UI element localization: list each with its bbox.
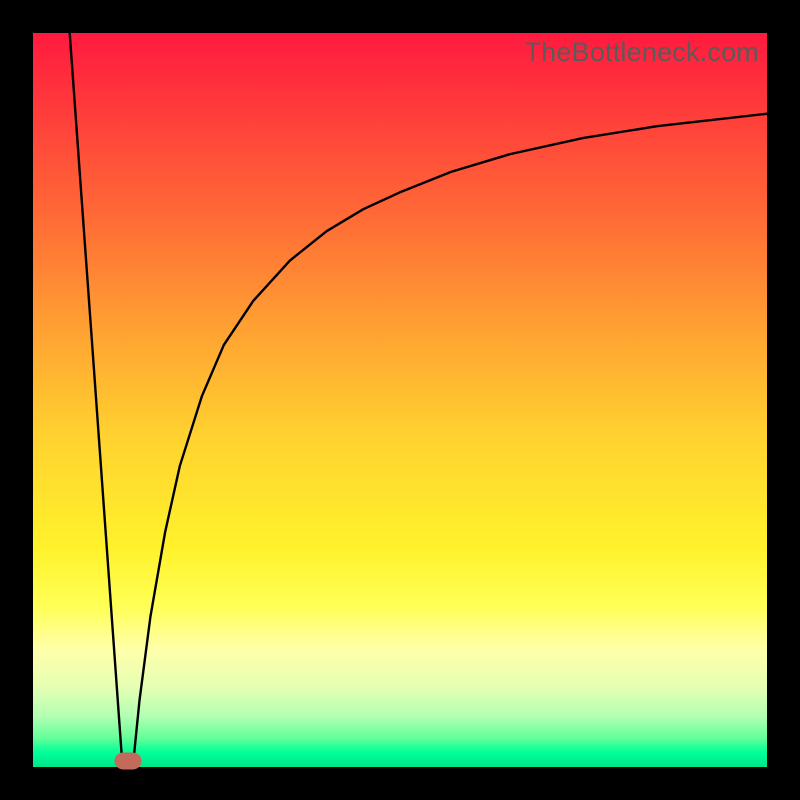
curve-right-branch: [133, 114, 767, 767]
curve-left-branch: [70, 33, 123, 767]
chart-frame: TheBottleneck.com: [0, 0, 800, 800]
minimum-marker: [115, 753, 142, 770]
curve-layer: [33, 33, 767, 767]
watermark-text: TheBottleneck.com: [524, 37, 759, 68]
plot-area: TheBottleneck.com: [33, 33, 767, 767]
